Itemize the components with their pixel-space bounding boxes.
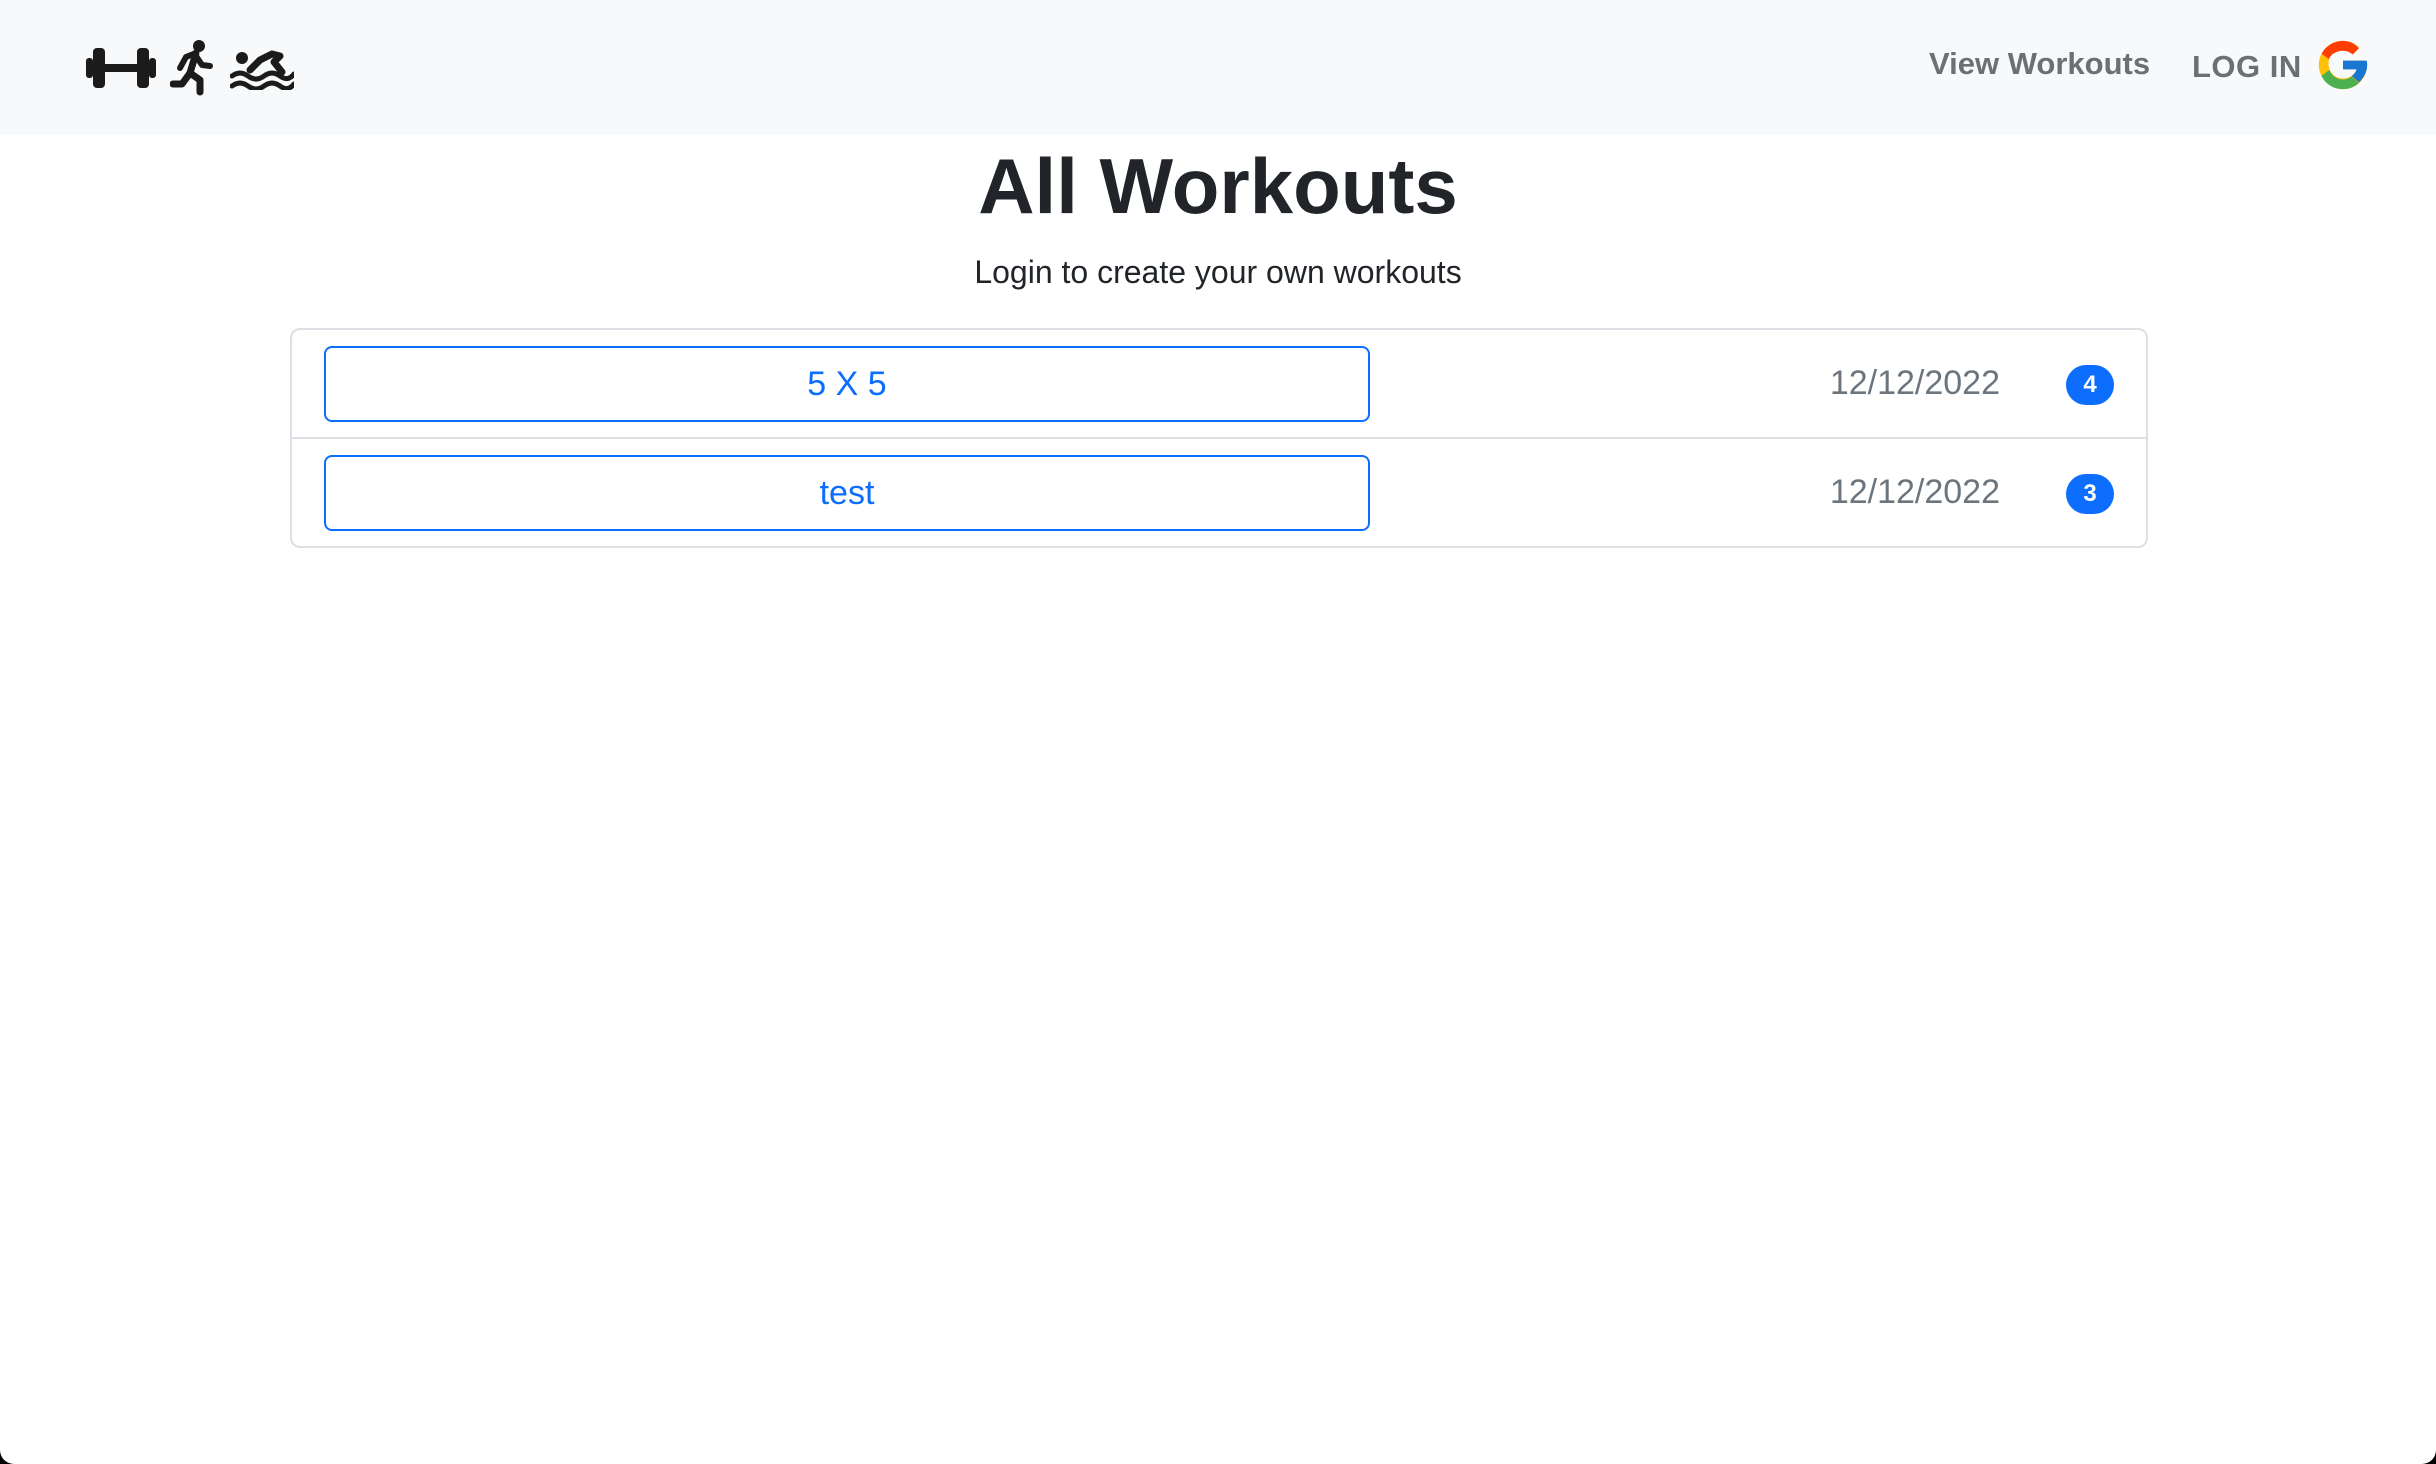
page-viewport: View Workouts LOG IN All Workouts Login … [0,0,2436,1464]
view-workouts-link[interactable]: View Workouts [1929,36,2150,92]
workout-list: 5 X 5 12/12/2022 4 test 12/12/2022 3 [290,328,2148,548]
login-button[interactable]: LOG IN [2192,36,2372,98]
running-person-icon [170,40,216,96]
workout-button[interactable]: test [324,455,1370,531]
workout-date: 12/12/2022 [1829,473,2000,511]
dumbbell-icon [86,45,156,91]
workout-list-item: test 12/12/2022 3 [292,439,2146,546]
login-label: LOG IN [2192,49,2302,84]
workout-date: 12/12/2022 [1829,364,2000,402]
workout-list-item: 5 X 5 12/12/2022 4 [292,330,2146,439]
brand-logo[interactable] [86,36,294,100]
page-title: All Workouts [978,142,1458,230]
workout-button[interactable]: 5 X 5 [324,346,1370,422]
swimmer-icon [230,46,294,90]
exercise-count-badge: 3 [2066,474,2114,514]
page-subtitle: Login to create your own workouts [974,254,1462,290]
navbar: View Workouts LOG IN [0,0,2436,135]
google-g-icon [2314,36,2372,99]
exercise-count-badge: 4 [2066,365,2114,405]
